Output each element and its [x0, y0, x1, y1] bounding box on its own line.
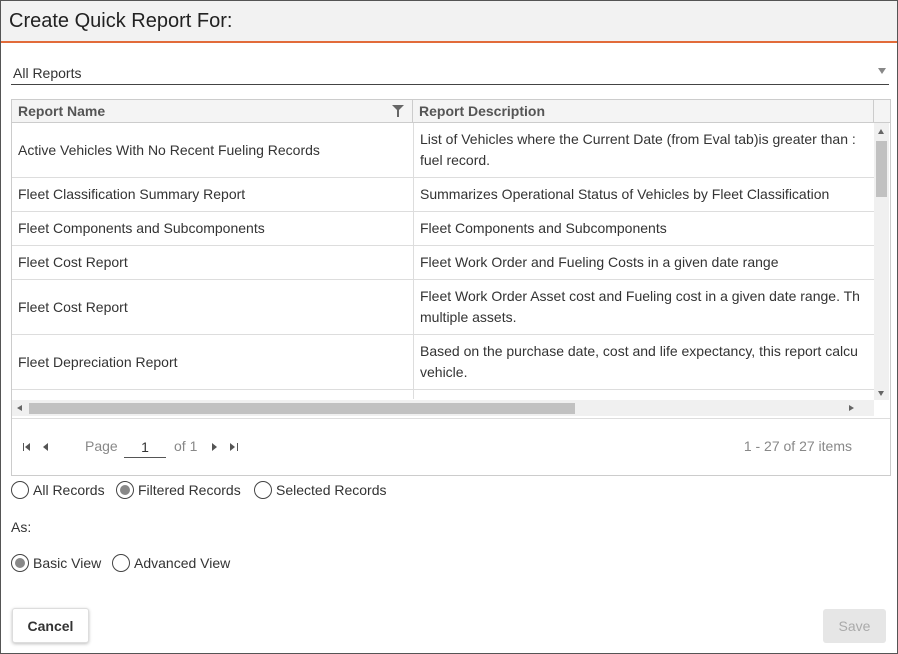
report-name-cell: Fleet Cost Report [12, 279, 414, 335]
save-button[interactable]: Save [823, 609, 886, 643]
pager-info: 1 - 27 of 27 items [743, 438, 852, 454]
report-description-cell: Summarizes Operational Status of Vehicle… [413, 177, 874, 212]
description-line: Based on the purchase date, cost and lif… [420, 343, 858, 359]
radio-circle[interactable] [112, 554, 130, 572]
radio-label: Basic View [33, 555, 102, 571]
column-header-report-description[interactable]: Report Description [413, 100, 874, 122]
radio-label: All Records [33, 482, 105, 498]
column-header-label: Report Description [419, 103, 546, 119]
radio-circle[interactable] [116, 481, 134, 499]
grid-header: Report Name Report Description [12, 100, 890, 123]
table-row[interactable]: Fleet Cost Report Fleet Work Order and F… [12, 245, 874, 280]
scroll-right-icon[interactable] [849, 405, 854, 411]
previous-page-icon[interactable] [40, 442, 50, 452]
report-description-cell: Fleet Work Order and Fueling Costs in a … [413, 245, 874, 280]
report-description-cell: Fleet Work Order Asset cost and Fueling … [413, 279, 874, 335]
quick-report-dialog: Create Quick Report For: All Reports Rep… [0, 0, 898, 654]
scroll-up-icon[interactable] [878, 129, 884, 134]
first-page-icon[interactable] [22, 442, 32, 452]
grid-table: Active Vehicles With No Recent Fueling R… [12, 123, 874, 399]
next-page-icon[interactable] [210, 442, 220, 452]
description-line: vehicle. [420, 364, 468, 380]
description-line: List of Vehicles where the Current Date … [420, 131, 856, 147]
radio-selected-records[interactable]: Selected Records [254, 481, 387, 499]
table-row[interactable]: Active Vehicles With No Recent Fueling R… [12, 123, 874, 178]
radio-basic-view[interactable]: Basic View [11, 554, 101, 572]
table-row[interactable] [12, 389, 874, 399]
description-line: fuel record. [420, 152, 491, 168]
radio-circle[interactable] [11, 554, 29, 572]
reports-grid: Report Name Report Description Active Ve… [11, 99, 891, 476]
grid-pager: Page of 1 1 - 27 of 27 items [12, 418, 890, 475]
vertical-scrollbar[interactable] [874, 123, 889, 400]
table-row[interactable]: Fleet Cost Report Fleet Work Order Asset… [12, 279, 874, 335]
page-count-label: of 1 [174, 438, 198, 454]
description-line: Fleet Work Order Asset cost and Fueling … [420, 288, 860, 304]
column-header-label: Report Name [18, 103, 106, 119]
radio-circle[interactable] [254, 481, 272, 499]
radio-label: Advanced View [134, 555, 231, 571]
dialog-titlebar: Create Quick Report For: [1, 1, 897, 43]
column-header-report-name[interactable]: Report Name [12, 100, 413, 122]
description-line: multiple assets. [420, 309, 517, 325]
vertical-scroll-thumb[interactable] [876, 141, 887, 197]
report-name-cell: Fleet Depreciation Report [12, 334, 414, 390]
table-row[interactable]: Fleet Classification Summary Report Summ… [12, 177, 874, 212]
report-description-cell: Fleet Components and Subcomponents [413, 211, 874, 246]
table-row[interactable]: Fleet Components and Subcomponents Fleet… [12, 211, 874, 246]
radio-circle[interactable] [11, 481, 29, 499]
report-description-cell [413, 389, 874, 399]
as-label: As: [11, 519, 32, 535]
horizontal-scrollbar[interactable] [12, 400, 874, 416]
scroll-down-icon[interactable] [878, 391, 884, 396]
page-label: Page [85, 438, 118, 454]
radio-advanced-view[interactable]: Advanced View [112, 554, 230, 572]
cancel-button[interactable]: Cancel [12, 608, 89, 643]
report-description-cell: Based on the purchase date, cost and lif… [413, 334, 874, 390]
report-filter-value: All Reports [13, 65, 82, 81]
radio-label: Selected Records [276, 482, 387, 498]
page-number-input[interactable] [124, 437, 166, 458]
horizontal-scroll-thumb[interactable] [29, 403, 575, 414]
report-name-cell: Active Vehicles With No Recent Fueling R… [12, 123, 414, 178]
report-filter-dropdown[interactable]: All Reports [11, 61, 889, 85]
last-page-icon[interactable] [228, 442, 238, 452]
table-row[interactable]: Fleet Depreciation Report Based on the p… [12, 334, 874, 390]
report-name-cell [12, 389, 414, 399]
report-name-cell: Fleet Cost Report [12, 245, 414, 280]
scroll-left-icon[interactable] [17, 405, 22, 411]
radio-label: Filtered Records [138, 482, 241, 498]
radio-filtered-records[interactable]: Filtered Records [116, 481, 241, 499]
grid-body: Active Vehicles With No Recent Fueling R… [12, 123, 874, 399]
report-name-cell: Fleet Classification Summary Report [12, 177, 414, 212]
report-name-cell: Fleet Components and Subcomponents [12, 211, 414, 246]
dialog-title: Create Quick Report For: [9, 10, 233, 32]
radio-all-records[interactable]: All Records [11, 481, 105, 499]
filter-icon[interactable] [392, 105, 404, 117]
chevron-down-icon[interactable] [878, 68, 886, 74]
report-description-cell: List of Vehicles where the Current Date … [413, 123, 874, 178]
